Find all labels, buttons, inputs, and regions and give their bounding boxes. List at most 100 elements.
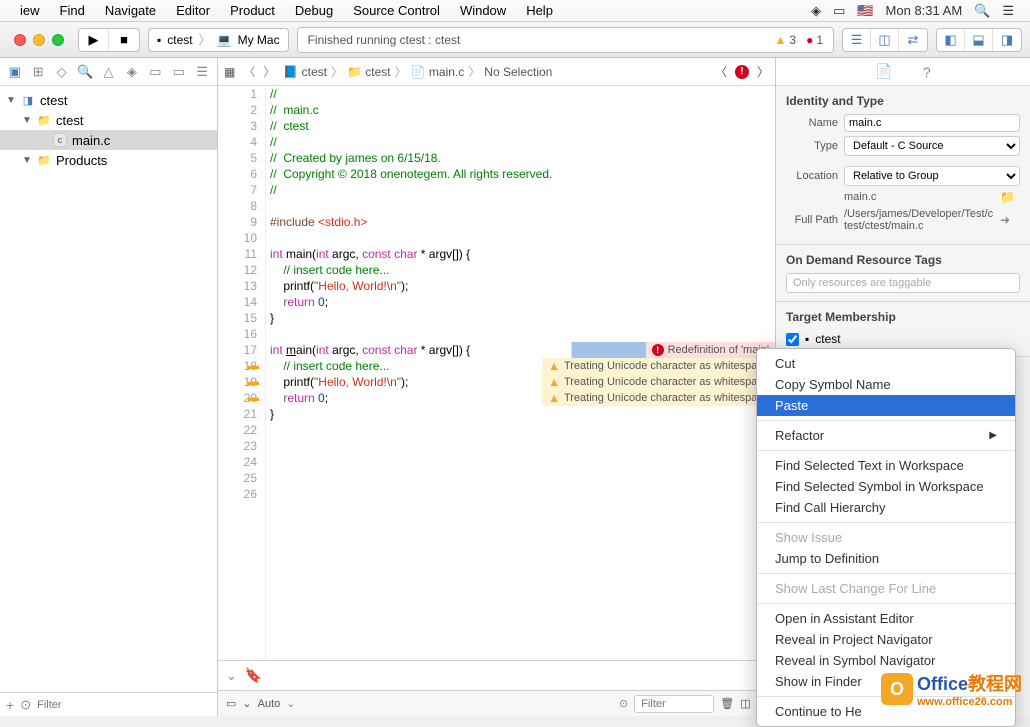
menu-item-find-selected-text-in-workspace[interactable]: Find Selected Text in Workspace xyxy=(757,455,1015,476)
menu-item-cut[interactable]: Cut xyxy=(757,353,1015,374)
project-navigator-tab[interactable]: ▣ xyxy=(4,61,25,83)
symbol-navigator-tab[interactable]: ◇ xyxy=(51,61,72,83)
jumpbar-segment[interactable]: No Selection xyxy=(484,65,552,79)
issue-indicator[interactable]: ! xyxy=(735,65,749,79)
console-filter-input[interactable] xyxy=(634,695,714,713)
menu-item-jump-to-definition[interactable]: Jump to Definition xyxy=(757,548,1015,569)
close-window-button[interactable] xyxy=(14,34,26,46)
filter-icon[interactable]: ⊙ xyxy=(20,697,31,713)
warning-badge[interactable]: ▲3 xyxy=(774,33,796,47)
navigator-filter-input[interactable] xyxy=(37,699,211,711)
menu-source-control[interactable]: Source Control xyxy=(343,3,450,18)
purple-diamond-icon[interactable]: ◈ xyxy=(805,3,827,19)
next-issue-button[interactable]: 〉 xyxy=(757,63,769,80)
issue-navigator-tab[interactable]: △ xyxy=(98,61,119,83)
console-split-icon[interactable]: ◫ xyxy=(740,697,750,710)
add-button[interactable]: + xyxy=(6,697,14,713)
standard-editor-button[interactable]: ☰ xyxy=(843,29,871,51)
toggle-navigator-button[interactable]: ◧ xyxy=(937,29,965,51)
code-line[interactable] xyxy=(266,470,775,486)
menu-help[interactable]: Help xyxy=(516,3,563,18)
find-navigator-tab[interactable]: 🔍 xyxy=(74,61,95,83)
code-line[interactable]: } xyxy=(266,406,775,422)
code-line[interactable]: printf("Hello, World!\n"); xyxy=(266,278,775,294)
menu-item-find-selected-symbol-in-workspace[interactable]: Find Selected Symbol in Workspace xyxy=(757,476,1015,497)
vars-disclosure[interactable]: ⌄ xyxy=(242,697,251,710)
code-line[interactable]: // Copyright © 2018 onenotegem. All righ… xyxy=(266,166,775,182)
auto-chevron[interactable]: ⌄ xyxy=(286,697,295,710)
disclosure-triangle[interactable]: ▼ xyxy=(6,95,16,106)
code-line[interactable]: return 0; xyxy=(266,294,775,310)
menu-product[interactable]: Product xyxy=(220,3,285,18)
menu-debug[interactable]: Debug xyxy=(285,3,343,18)
source-control-navigator-tab[interactable]: ⊞ xyxy=(27,61,48,83)
reveal-arrow-icon[interactable]: ➜ xyxy=(1000,213,1020,227)
run-button[interactable]: ▶ xyxy=(79,29,109,51)
variables-view-icon[interactable]: ▭ xyxy=(226,697,236,710)
tree-item[interactable]: ▼◨ctest xyxy=(0,90,217,110)
code-line[interactable]: int main(int argc, const char * argv[]) … xyxy=(266,246,775,262)
code-line[interactable] xyxy=(266,422,775,438)
quick-help-tab[interactable]: ? xyxy=(923,64,931,80)
folder-picker-icon[interactable]: 📁 xyxy=(1000,190,1020,204)
jumpbar-segment[interactable]: 📄 main.c xyxy=(411,65,465,79)
menu-item-copy-symbol-name[interactable]: Copy Symbol Name xyxy=(757,374,1015,395)
assistant-editor-button[interactable]: ◫ xyxy=(871,29,899,51)
code-line[interactable]: // insert code here... xyxy=(266,262,775,278)
toggle-inspector-button[interactable]: ◨ xyxy=(993,29,1021,51)
prev-issue-button[interactable]: 〈 xyxy=(715,63,727,80)
target-checkbox[interactable] xyxy=(786,333,799,346)
menu-item-refactor[interactable]: Refactor▶ xyxy=(757,425,1015,446)
code-line[interactable] xyxy=(266,438,775,454)
code-line[interactable]: int main(int argc, const char * argv[]) … xyxy=(266,342,775,358)
code-line[interactable] xyxy=(266,230,775,246)
menu-item-reveal-in-symbol-navigator[interactable]: Reveal in Symbol Navigator xyxy=(757,650,1015,671)
error-badge[interactable]: ●1 xyxy=(806,33,823,47)
menu-item-reveal-in-project-navigator[interactable]: Reveal in Project Navigator xyxy=(757,629,1015,650)
auto-label[interactable]: Auto xyxy=(258,698,281,710)
menubar-clock[interactable]: Mon 8:31 AM xyxy=(880,3,969,18)
code-line[interactable]: #include <stdio.h> xyxy=(266,214,775,230)
code-line[interactable]: // ctest xyxy=(266,118,775,134)
display-icon[interactable]: ▭ xyxy=(827,3,851,19)
menu-item-paste[interactable]: Paste xyxy=(757,395,1015,416)
stop-button[interactable]: ■ xyxy=(109,29,139,51)
inline-issue[interactable]: ▲Treating Unicode character as whitespac… xyxy=(542,374,775,390)
code-line[interactable] xyxy=(266,454,775,470)
project-tree[interactable]: ▼◨ctest▼📁ctestcmain.c▼📁Products xyxy=(0,86,217,692)
location-select[interactable]: Relative to Group xyxy=(844,166,1020,186)
menu-window[interactable]: Window xyxy=(450,3,516,18)
type-select[interactable]: Default - C Source xyxy=(844,136,1020,156)
trash-icon[interactable]: 🗑 xyxy=(720,697,734,710)
toggle-debug-button[interactable]: ⬓ xyxy=(965,29,993,51)
spotlight-icon[interactable]: 🔍 xyxy=(968,3,996,19)
breakpoint-navigator-tab[interactable]: ▭ xyxy=(168,61,189,83)
name-field[interactable] xyxy=(844,114,1020,132)
breakpoint-tag-icon[interactable]: 🔖 xyxy=(245,667,262,684)
menu-item-open-in-assistant-editor[interactable]: Open in Assistant Editor xyxy=(757,608,1015,629)
code-line[interactable]: ▬ return 0;▲Treating Unicode character a… xyxy=(266,390,775,406)
inline-issue[interactable]: ▲Treating Unicode character as whitespac… xyxy=(542,358,775,374)
file-inspector-tab[interactable]: 📄 xyxy=(875,63,892,80)
code-line[interactable]: // Created by james on 6/15/18. xyxy=(266,150,775,166)
tree-item[interactable]: ▼📁Products xyxy=(0,150,217,170)
debug-navigator-tab[interactable]: ▭ xyxy=(145,61,166,83)
menu-item-find-call-hierarchy[interactable]: Find Call Hierarchy xyxy=(757,497,1015,518)
console-filter-icon[interactable]: ⊙ xyxy=(619,697,628,710)
menu-list-icon[interactable]: ☰ xyxy=(996,3,1020,19)
forward-button[interactable]: 〉 xyxy=(263,63,275,80)
code-editor[interactable]: 1234567891011121314151617181920212223242… xyxy=(218,86,775,660)
jumpbar-segment[interactable]: 📘 ctest xyxy=(283,65,327,79)
jumpbar-segment[interactable]: 📁 ctest xyxy=(347,65,391,79)
inline-issue[interactable]: ▲Treating Unicode character as whitespac… xyxy=(542,390,775,406)
back-button[interactable]: 〈 xyxy=(243,63,255,80)
debug-disclosure[interactable]: ⌄ xyxy=(226,668,237,684)
code-line[interactable] xyxy=(266,198,775,214)
menu-find[interactable]: Find xyxy=(50,3,95,18)
code-line[interactable]: ▬ // insert code here...▲Treating Unicod… xyxy=(266,358,775,374)
report-navigator-tab[interactable]: ☰ xyxy=(192,61,213,83)
version-editor-button[interactable]: ⇄ xyxy=(899,29,927,51)
related-items-icon[interactable]: ▦ xyxy=(224,65,235,79)
scheme-selector[interactable]: ▪ ctest 〉 💻 My Mac xyxy=(148,28,289,52)
tree-item[interactable]: cmain.c xyxy=(0,130,217,150)
